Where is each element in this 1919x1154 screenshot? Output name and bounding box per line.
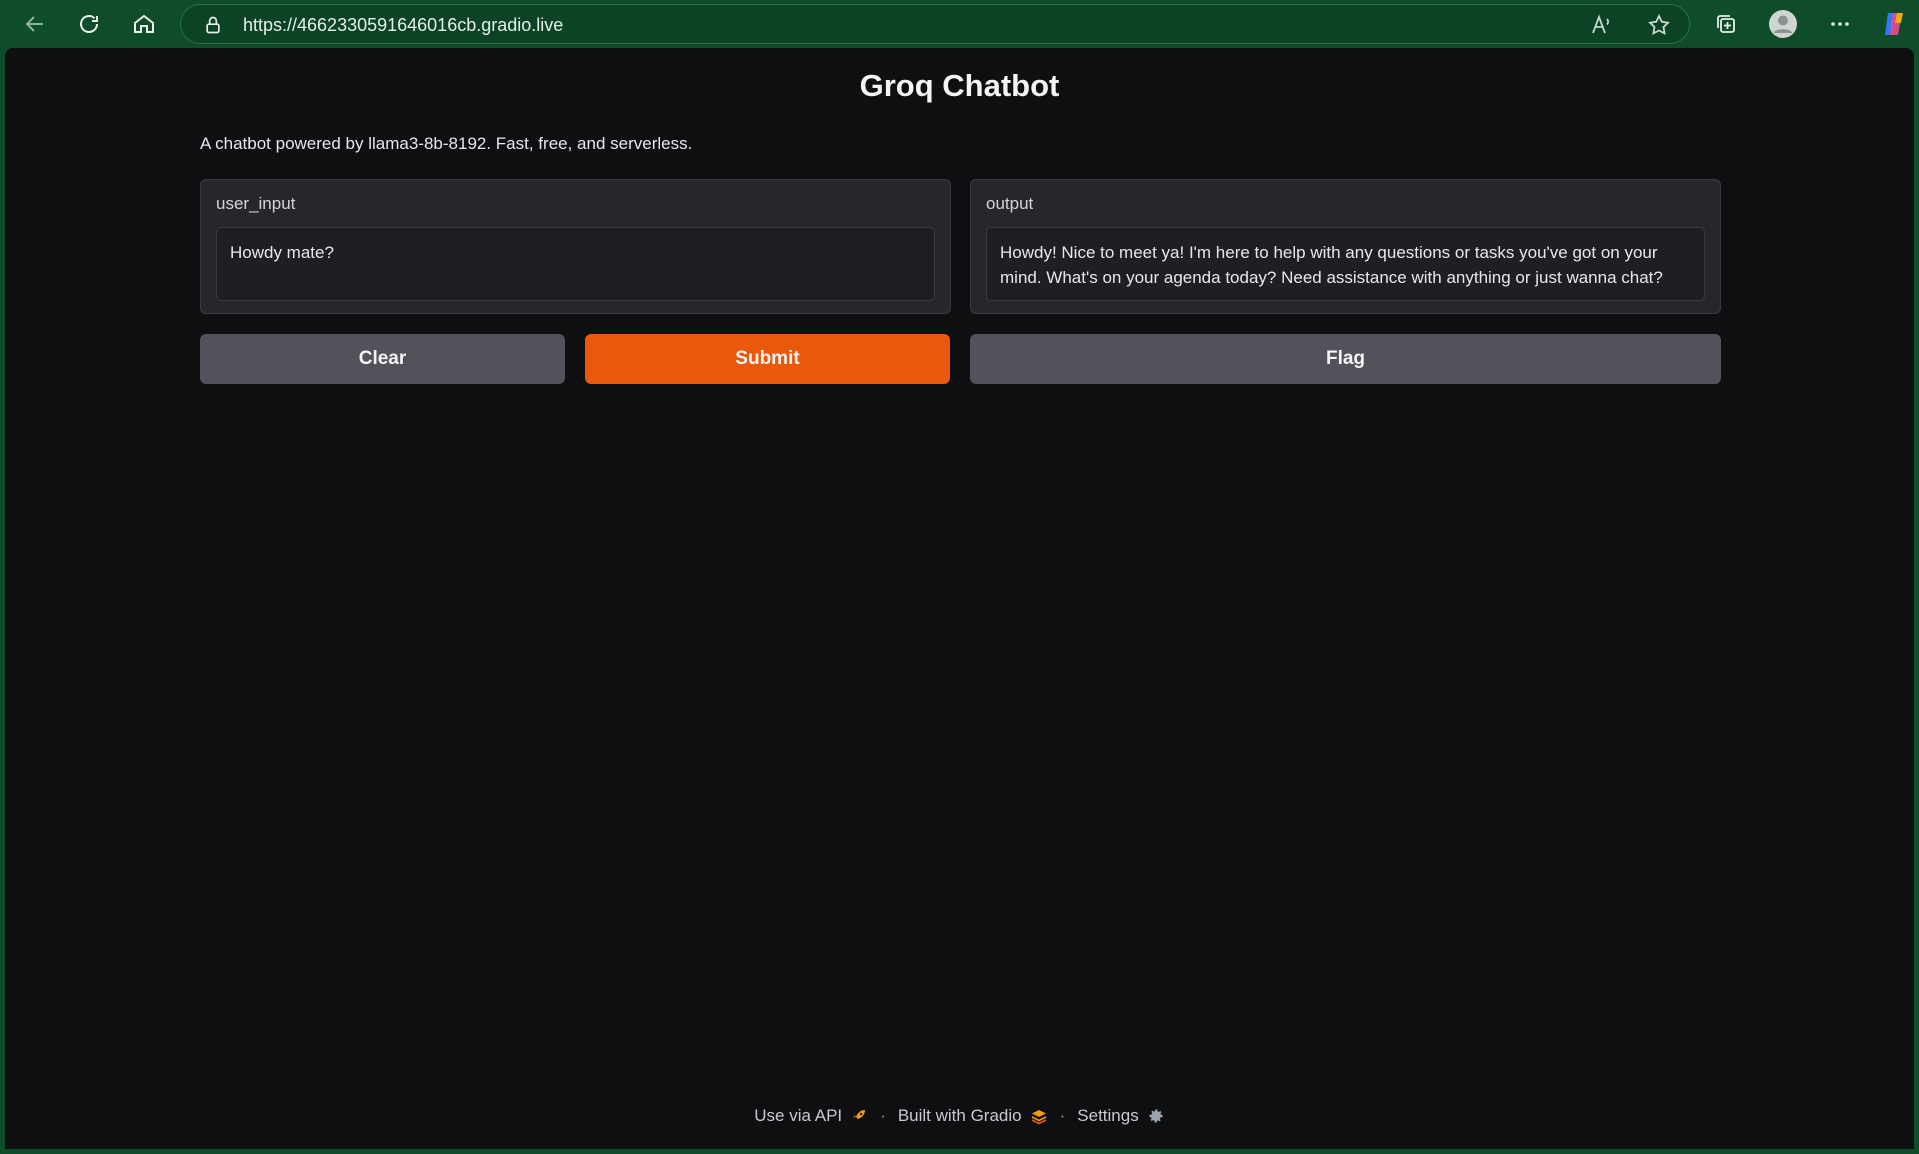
gradio-logo-icon bbox=[1031, 1110, 1046, 1125]
home-button[interactable] bbox=[125, 5, 163, 43]
output-panel: output Howdy! Nice to meet ya! I'm here … bbox=[970, 179, 1721, 314]
output-textbox[interactable]: Howdy! Nice to meet ya! I'm here to help… bbox=[986, 227, 1705, 301]
built-with-gradio-label: Built with Gradio bbox=[897, 1106, 1022, 1125]
browser-toolbar: https://4662330591646016cb.gradio.live bbox=[0, 0, 1919, 48]
built-with-gradio-link[interactable]: Built with Gradio bbox=[898, 1106, 1048, 1126]
gear-icon bbox=[1148, 1109, 1163, 1123]
settings-link[interactable]: Settings bbox=[1077, 1106, 1164, 1126]
copilot-button[interactable] bbox=[1878, 8, 1910, 40]
read-aloud-icon[interactable] bbox=[1589, 13, 1613, 37]
more-dots-icon bbox=[1831, 22, 1849, 26]
collections-button[interactable] bbox=[1710, 8, 1742, 40]
back-button[interactable] bbox=[16, 5, 54, 43]
copilot-icon bbox=[1885, 13, 1903, 35]
settings-label: Settings bbox=[1077, 1106, 1139, 1125]
address-bar[interactable]: https://4662330591646016cb.gradio.live bbox=[180, 4, 1690, 44]
clear-button[interactable]: Clear bbox=[200, 334, 565, 384]
favorite-star-icon[interactable] bbox=[1647, 13, 1671, 37]
collections-icon bbox=[1717, 15, 1735, 33]
footer: Use via API · Built with Gradio · Settin… bbox=[5, 1106, 1914, 1126]
page-title: Groq Chatbot bbox=[859, 68, 1060, 103]
home-icon bbox=[134, 14, 154, 33]
user-input-textarea[interactable] bbox=[216, 227, 935, 301]
footer-separator: · bbox=[1059, 1106, 1066, 1125]
rocket-icon bbox=[853, 1110, 866, 1119]
use-via-api-link[interactable]: Use via API bbox=[754, 1106, 868, 1126]
back-arrow-icon bbox=[25, 16, 43, 32]
submit-button[interactable]: Submit bbox=[585, 334, 950, 384]
refresh-button[interactable] bbox=[70, 5, 108, 43]
user-input-label: user_input bbox=[216, 194, 296, 213]
page-viewport: Groq Chatbot A chatbot powered by llama3… bbox=[5, 48, 1914, 1149]
profile-button[interactable] bbox=[1767, 8, 1799, 40]
flag-button[interactable]: Flag bbox=[970, 334, 1721, 384]
user-input-panel: user_input bbox=[200, 179, 951, 314]
avatar-icon bbox=[1769, 10, 1797, 38]
use-via-api-label: Use via API bbox=[754, 1106, 843, 1125]
output-label: output bbox=[986, 194, 1034, 213]
more-menu-button[interactable] bbox=[1824, 8, 1856, 40]
footer-separator: · bbox=[880, 1106, 886, 1125]
refresh-icon bbox=[80, 15, 98, 33]
lock-icon bbox=[206, 16, 220, 34]
url-text: https://4662330591646016cb.gradio.live bbox=[243, 15, 564, 35]
page-description: A chatbot powered by llama3-8b-8192. Fas… bbox=[200, 134, 693, 153]
